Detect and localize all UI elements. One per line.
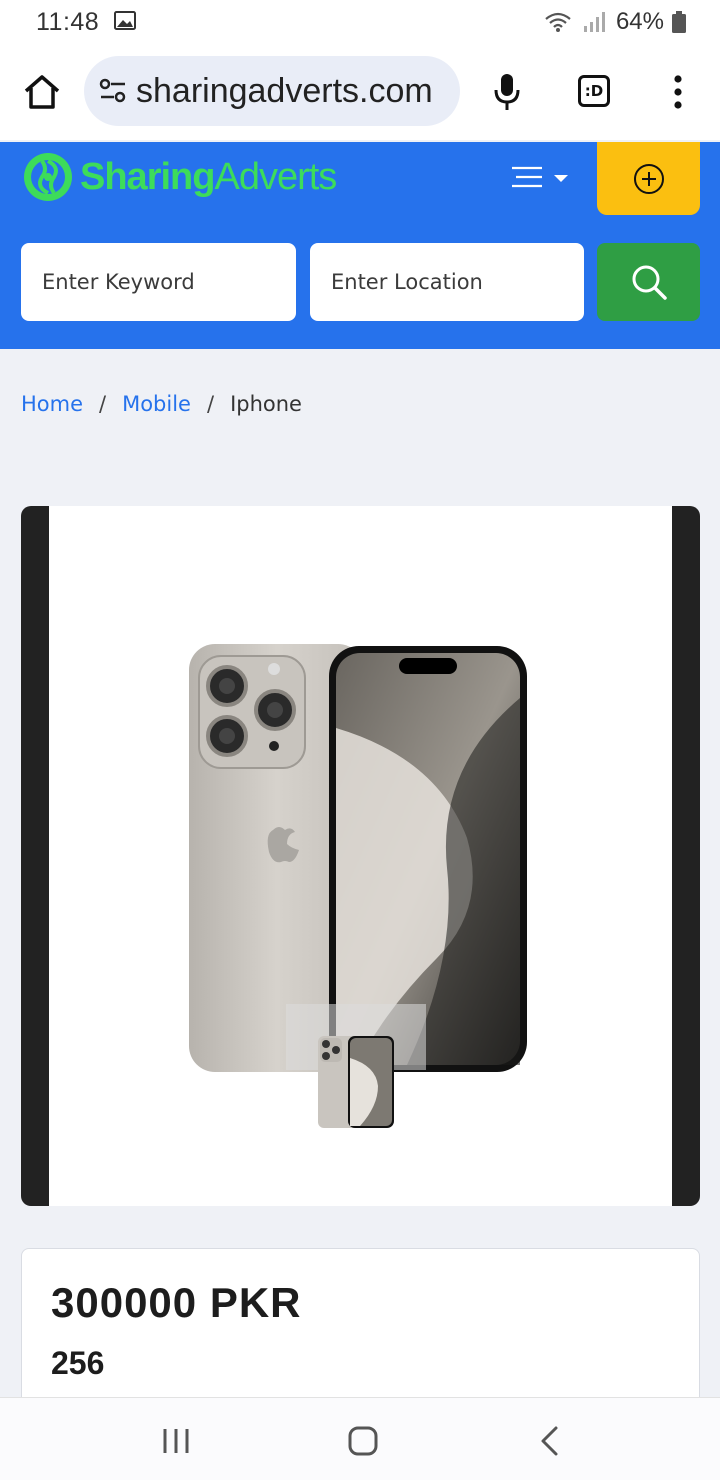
battery-icon [672,11,686,33]
mic-icon[interactable] [492,72,522,112]
search-button[interactable] [597,243,700,321]
breadcrumb-separator: / [99,392,107,416]
logo-text-part2: Adverts [214,155,337,198]
system-nav-bar [0,1397,720,1480]
more-vert-icon[interactable] [668,74,688,110]
status-bar: 11:48 64% [0,0,720,44]
location-input[interactable] [310,243,584,321]
home-icon[interactable] [22,74,62,110]
add-circle-icon [633,163,664,194]
tab-switcher-button[interactable]: :D [578,75,610,107]
breadcrumb: Home / Mobile / Iphone [21,392,302,416]
gallery-notification-icon [114,11,136,30]
status-right: 64% [544,8,686,36]
thumbnail-image[interactable] [316,1032,396,1132]
breadcrumb-home[interactable]: Home [21,392,83,416]
site-logo[interactable]: SharingAdverts [22,142,337,212]
url-text[interactable]: sharingadverts.com [136,71,456,111]
browser-toolbar: sharingadverts.com :D [0,44,720,140]
keyword-input[interactable] [21,243,296,321]
battery-percent: 64% [615,8,664,35]
signal-icon [583,12,605,32]
nav-menu-toggle-icon[interactable] [508,162,572,192]
breadcrumb-current: Iphone [230,392,302,416]
address-bar[interactable]: sharingadverts.com [84,56,460,126]
breadcrumb-mobile[interactable]: Mobile [122,392,191,416]
search-icon [632,265,667,300]
product-gallery[interactable] [21,506,700,1206]
listing-storage: 256 [51,1345,105,1381]
site-header: SharingAdverts [0,142,720,349]
wifi-icon [545,12,571,32]
logo-text: SharingAdverts [80,155,337,199]
status-time: 11:48 [36,8,100,36]
nav-home-icon[interactable] [347,1425,379,1457]
recent-apps-icon[interactable] [160,1426,192,1456]
breadcrumb-separator: / [206,392,215,416]
listing-price: 300000 PKR [51,1279,302,1326]
site-settings-icon[interactable] [98,78,128,104]
gallery-main-image[interactable] [49,506,672,1206]
back-icon[interactable] [538,1425,562,1457]
logo-text-part1: Sharing [80,155,215,198]
post-ad-button[interactable] [597,142,700,215]
logo-mark-icon [24,153,72,201]
